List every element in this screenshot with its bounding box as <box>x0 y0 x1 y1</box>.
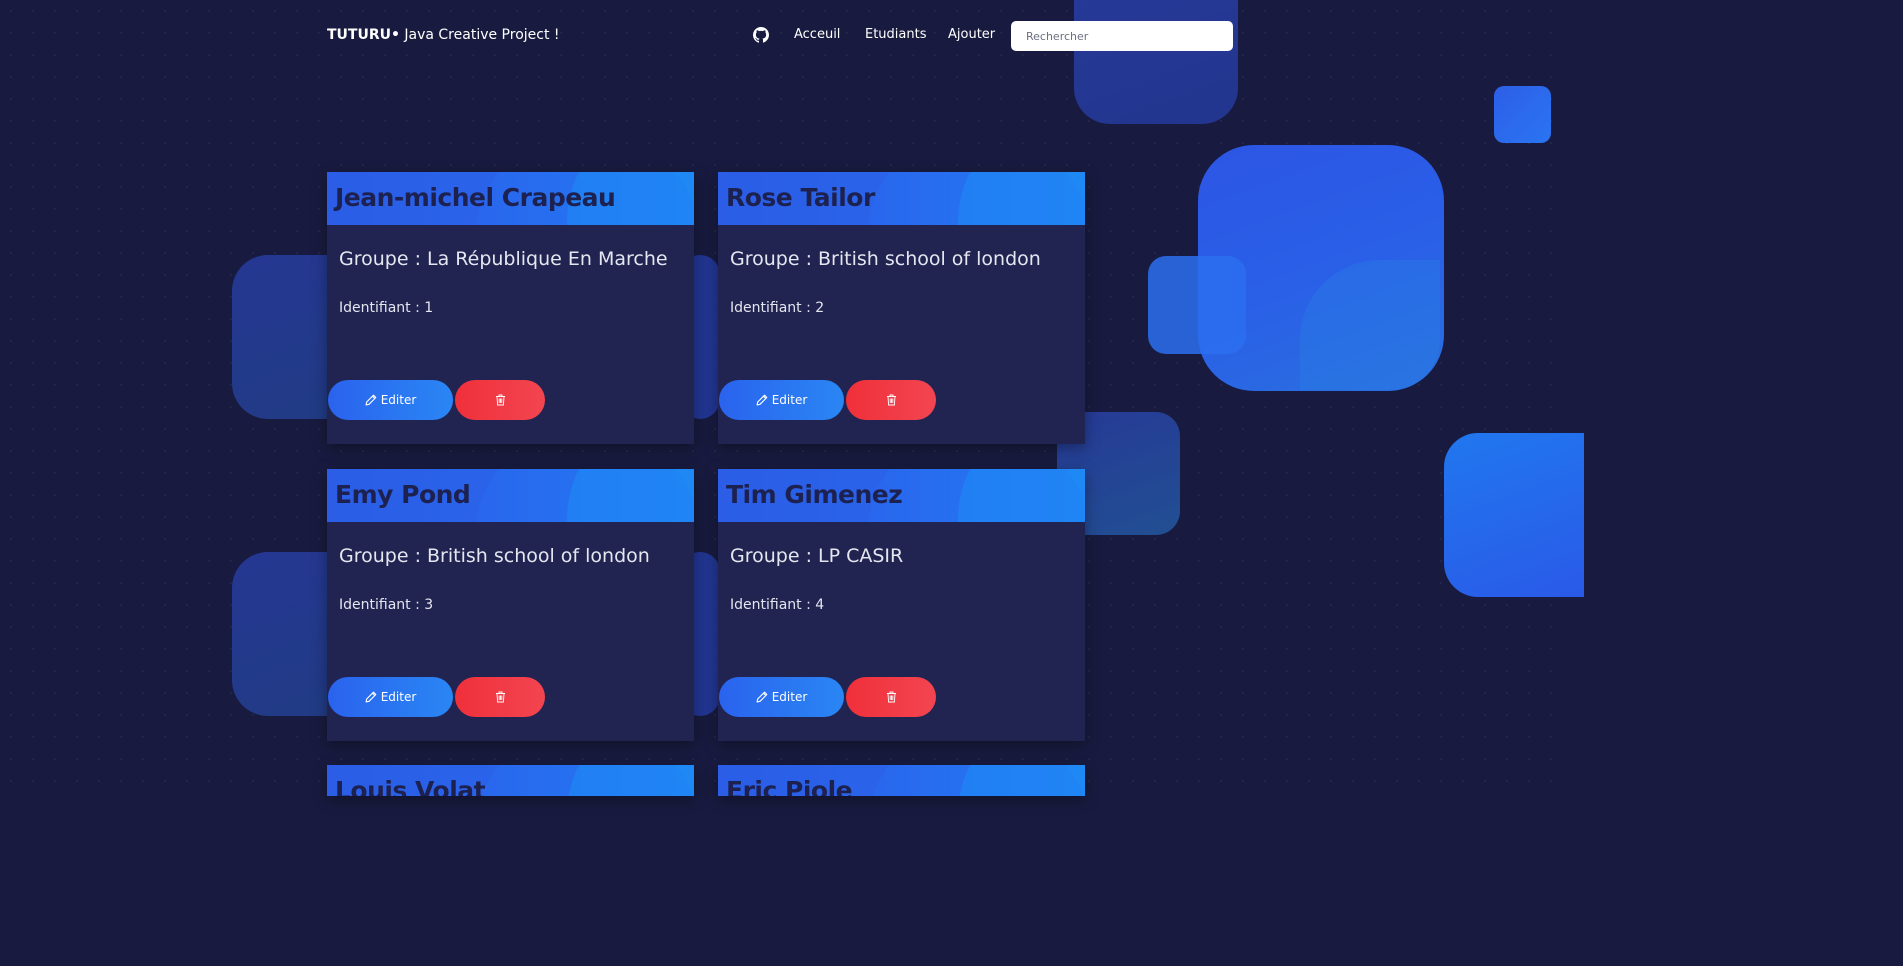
student-name: Tim Gimenez <box>726 480 903 509</box>
pencil-icon <box>756 394 768 406</box>
card-header: Louis Volat <box>327 765 694 796</box>
background-shape <box>1494 86 1551 143</box>
student-group: Groupe : British school of london <box>730 248 1041 270</box>
edit-button-label: Editer <box>380 393 417 407</box>
student-group: Groupe : British school of london <box>339 545 650 567</box>
delete-button[interactable] <box>455 380 545 420</box>
edit-button[interactable]: Editer <box>328 677 453 717</box>
brand-tagline: Java Creative Project ! <box>399 27 560 43</box>
student-identifier: Identifiant : 2 <box>730 300 825 316</box>
edit-button-label: Editer <box>771 393 808 407</box>
nav-link-acceuil[interactable]: Acceuil <box>794 27 840 42</box>
student-name: Emy Pond <box>335 480 471 509</box>
student-name: Rose Tailor <box>726 183 875 212</box>
student-card: Louis Volat <box>327 765 694 796</box>
edit-button-label: Editer <box>771 690 808 704</box>
delete-button[interactable] <box>846 380 936 420</box>
student-card: Eric Piole <box>718 765 1085 796</box>
navbar: TUTURU• Java Creative Project ! Acceuil … <box>0 0 1568 72</box>
card-header: Jean-michel Crapeau <box>327 172 694 225</box>
student-identifier: Identifiant : 4 <box>730 597 825 613</box>
student-name: Louis Volat <box>335 776 486 796</box>
trash-icon <box>495 691 505 703</box>
delete-button[interactable] <box>846 677 936 717</box>
card-header: Rose Tailor <box>718 172 1085 225</box>
github-icon[interactable] <box>753 27 769 43</box>
pencil-icon <box>365 691 377 703</box>
edit-button-label: Editer <box>380 690 417 704</box>
pencil-icon <box>365 394 377 406</box>
student-identifier: Identifiant : 1 <box>339 300 434 316</box>
background-shape <box>232 552 342 716</box>
delete-button[interactable] <box>455 677 545 717</box>
trash-icon <box>886 691 896 703</box>
student-identifier: Identifiant : 3 <box>339 597 434 613</box>
student-group: Groupe : LP CASIR <box>730 545 904 567</box>
trash-icon <box>886 394 896 406</box>
student-card: Tim Gimenez Groupe : LP CASIR Identifian… <box>718 469 1085 741</box>
edit-button[interactable]: Editer <box>719 677 844 717</box>
trash-icon <box>495 394 505 406</box>
background-shape <box>1444 433 1584 597</box>
student-group: Groupe : La République En Marche <box>339 248 668 270</box>
student-name: Jean-michel Crapeau <box>335 183 616 212</box>
student-card: Emy Pond Groupe : British school of lond… <box>327 469 694 741</box>
student-name: Eric Piole <box>726 776 853 796</box>
edit-button[interactable]: Editer <box>328 380 453 420</box>
pencil-icon <box>756 691 768 703</box>
edit-button[interactable]: Editer <box>719 380 844 420</box>
brand-name: TUTURU• <box>327 27 400 43</box>
nav-link-ajouter[interactable]: Ajouter <box>948 27 995 42</box>
nav-link-etudiants[interactable]: Etudiants <box>865 27 927 42</box>
card-header: Eric Piole <box>718 765 1085 796</box>
student-card: Jean-michel Crapeau Groupe : La Républiq… <box>327 172 694 444</box>
search-input[interactable] <box>1011 21 1233 51</box>
student-card: Rose Tailor Groupe : British school of l… <box>718 172 1085 444</box>
card-header: Emy Pond <box>327 469 694 522</box>
background-shape <box>232 255 342 419</box>
brand[interactable]: TUTURU• Java Creative Project ! <box>327 27 560 43</box>
card-header: Tim Gimenez <box>718 469 1085 522</box>
background-shape <box>1148 256 1246 354</box>
